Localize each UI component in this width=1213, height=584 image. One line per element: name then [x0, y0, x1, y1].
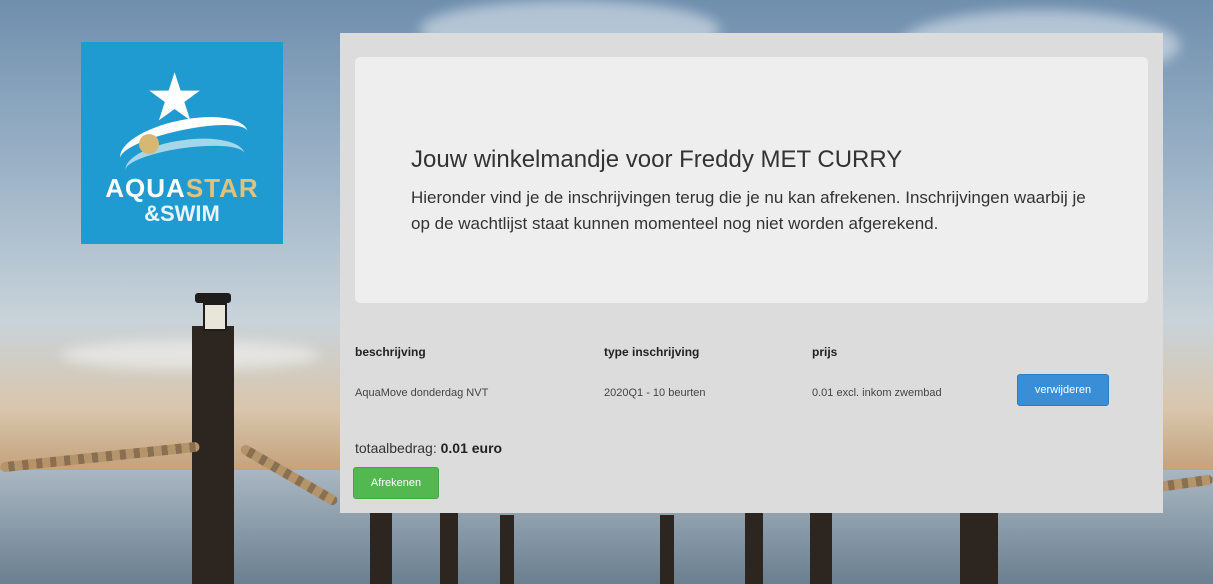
cart-header: Jouw winkelmandje voor Freddy MET CURRY …: [355, 57, 1148, 303]
cart-panel: Jouw winkelmandje voor Freddy MET CURRY …: [340, 33, 1163, 513]
cart-total: totaalbedrag: 0.01 euro: [355, 440, 502, 456]
logo-wordmark-sub: &SWIM: [144, 201, 220, 226]
column-header-description: beschrijving: [355, 345, 426, 359]
page-title: Jouw winkelmandje voor Freddy MET CURRY: [411, 146, 903, 173]
total-value: 0.01 euro: [440, 440, 503, 456]
logo-wordmark: AQUASTAR: [105, 173, 259, 203]
aquastar-swim-logo[interactable]: ★ AQUASTAR &SWIM: [81, 42, 283, 244]
row-price: 0.01 excl. inkom zwembad: [812, 387, 942, 399]
swimmer-head-icon: [139, 134, 159, 154]
delete-button[interactable]: verwijderen: [1017, 374, 1109, 406]
row-description: AquaMove donderdag NVT: [355, 387, 489, 399]
column-header-type: type inschrijving: [604, 345, 700, 359]
row-type: 2020Q1 - 10 beurten: [604, 387, 706, 399]
column-header-price: prijs: [812, 345, 838, 359]
cart-intro-text: Hieronder vind je de inschrijvingen teru…: [411, 188, 1086, 233]
checkout-button[interactable]: Afrekenen: [353, 467, 439, 499]
total-label: totaalbedrag:: [355, 440, 437, 456]
